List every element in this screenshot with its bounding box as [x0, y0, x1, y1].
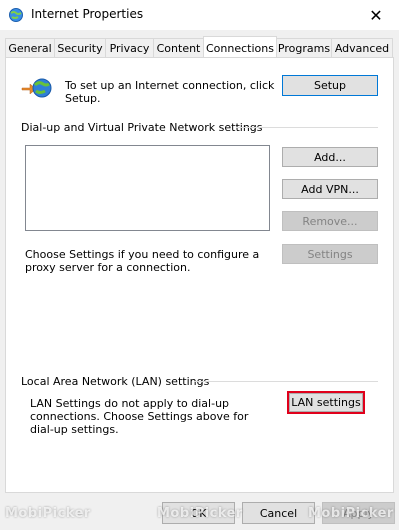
tab-programs[interactable]: Programs	[276, 38, 332, 58]
watermark-center: MobiPicker	[157, 506, 243, 521]
tab-security[interactable]: Security	[54, 38, 106, 58]
close-button[interactable]: ✕	[353, 0, 399, 30]
internet-globe-icon	[8, 7, 24, 23]
vpn-group-label: Dial-up and Virtual Private Network sett…	[21, 121, 263, 134]
window-title: Internet Properties	[31, 7, 144, 21]
watermark-left: MobiPicker	[5, 506, 91, 521]
vpn-group-divider	[236, 127, 378, 128]
remove-button[interactable]: Remove...	[282, 211, 378, 231]
tab-general[interactable]: General	[5, 38, 55, 58]
lan-settings-button[interactable]: LAN settings	[287, 391, 365, 414]
connections-list[interactable]	[25, 145, 270, 231]
proxy-description: Choose Settings if you need to configure…	[25, 248, 260, 274]
lan-group-divider	[194, 381, 378, 382]
network-setup-icon	[20, 75, 52, 101]
setup-description: To set up an Internet connection, click …	[65, 79, 275, 105]
watermark-right: MobiPicker	[308, 506, 394, 521]
tab-privacy[interactable]: Privacy	[105, 38, 154, 58]
setup-button[interactable]: Setup	[282, 75, 378, 96]
close-icon: ✕	[369, 5, 383, 25]
add-vpn-button[interactable]: Add VPN...	[282, 179, 378, 199]
lan-group-label: Local Area Network (LAN) settings	[21, 375, 210, 388]
tab-strip: General Security Privacy Content Connect…	[0, 36, 399, 59]
cancel-button[interactable]: Cancel	[242, 502, 315, 524]
title-bar: Internet Properties ✕	[0, 0, 399, 30]
tab-advanced[interactable]: Advanced	[331, 38, 393, 58]
add-button[interactable]: Add...	[282, 147, 378, 167]
tab-content[interactable]: Content	[153, 38, 204, 58]
tab-connections[interactable]: Connections	[203, 36, 277, 59]
settings-button[interactable]: Settings	[282, 244, 378, 264]
lan-description: LAN Settings do not apply to dial-up con…	[30, 397, 249, 436]
